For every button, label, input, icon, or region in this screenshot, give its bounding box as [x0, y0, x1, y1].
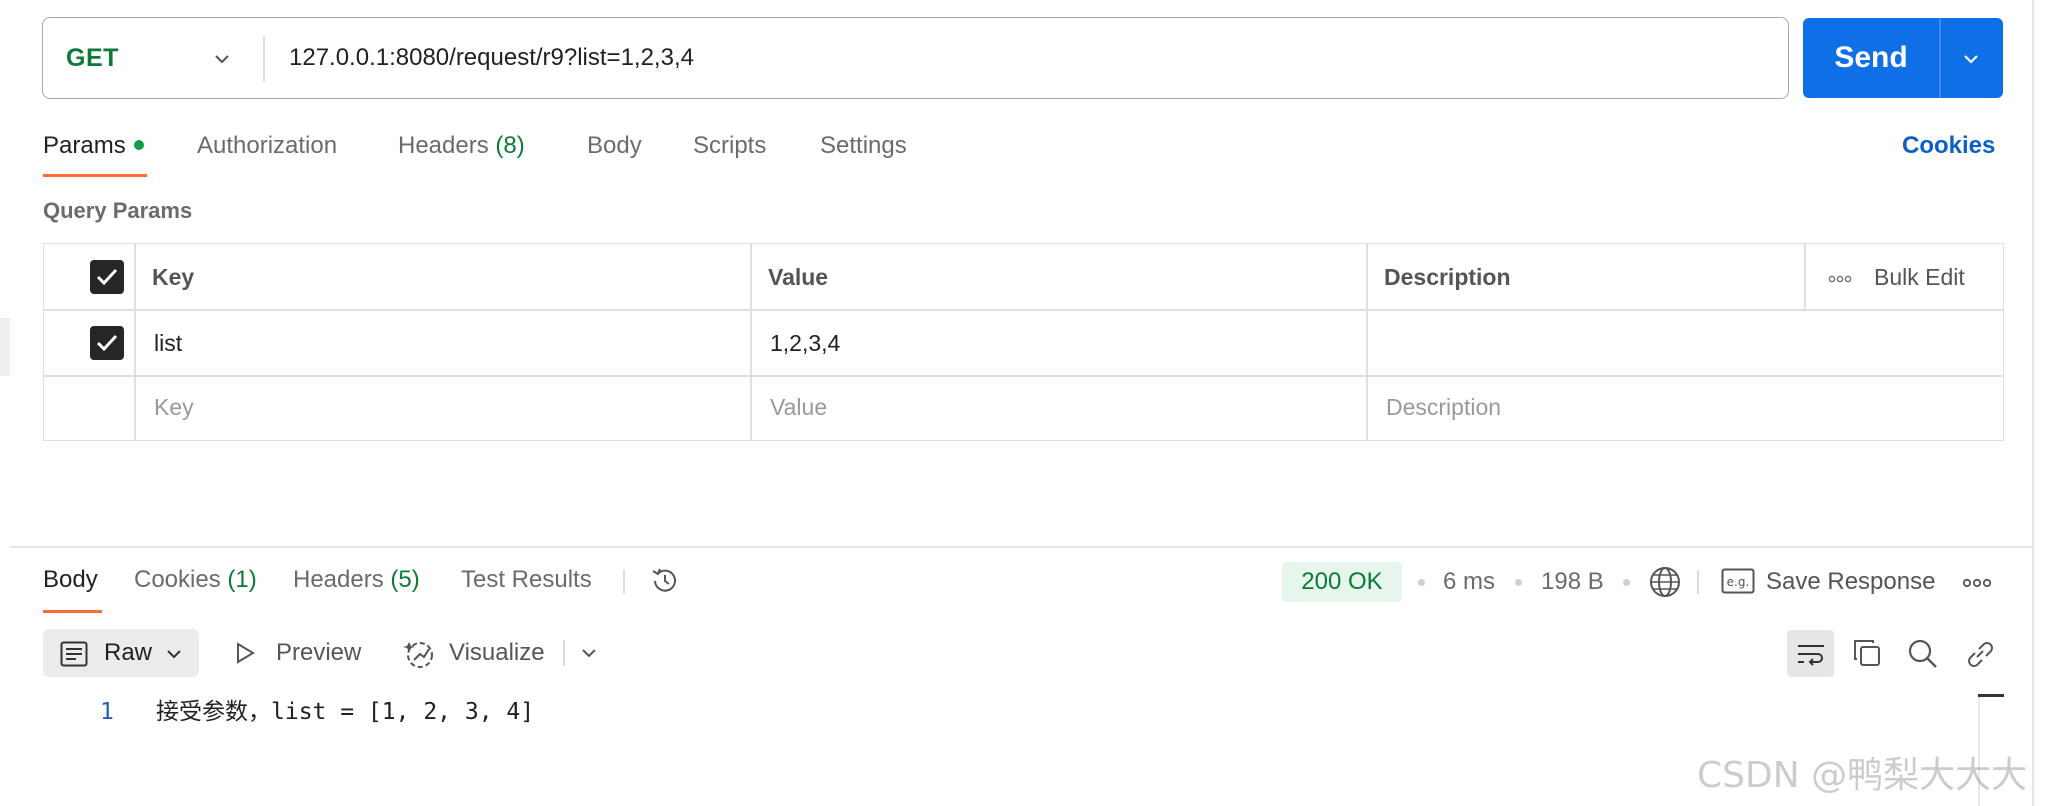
- left-pane-edge: [0, 318, 10, 376]
- url-input[interactable]: 127.0.0.1:8080/request/r9?list=1,2,3,4: [289, 18, 694, 98]
- column-divider: [1366, 244, 1368, 440]
- row-checkbox[interactable]: [90, 326, 124, 360]
- method-divider: [263, 36, 265, 82]
- watermark: CSDN @鸭梨大大大: [1697, 755, 2028, 796]
- column-header-key: Key: [152, 263, 195, 290]
- raw-icon: [60, 641, 88, 667]
- tab-headers[interactable]: Headers (8): [398, 128, 525, 164]
- wrap-lines-button[interactable]: [1787, 630, 1834, 677]
- meta-separator: [1697, 570, 1699, 594]
- meta-separator-dot: [1418, 579, 1425, 586]
- meta-separator-dot: [1515, 579, 1522, 586]
- response-tab-body[interactable]: Body: [43, 562, 98, 598]
- visualize-button[interactable]: Visualize: [449, 629, 545, 677]
- send-button[interactable]: Send: [1803, 18, 1939, 98]
- url-bar: GET 127.0.0.1:8080/request/r9?list=1,2,3…: [42, 17, 1789, 99]
- raw-label: Raw: [104, 639, 153, 666]
- response-tab-cookies-count: (1): [227, 566, 257, 593]
- response-tab-headers[interactable]: Headers (5): [293, 562, 420, 598]
- response-tab-cookies-label: Cookies: [134, 566, 221, 593]
- column-divider: [134, 244, 136, 440]
- param-description-cell[interactable]: [1384, 310, 1984, 376]
- response-time[interactable]: 6 ms: [1443, 562, 1495, 602]
- column-header-description: Description: [1384, 263, 1511, 290]
- svg-text:e.g.: e.g.: [1727, 575, 1750, 589]
- copy-icon[interactable]: [1852, 638, 1882, 668]
- method-label: GET: [66, 43, 119, 72]
- wrap-icon: [1798, 645, 1824, 666]
- select-all-checkbox[interactable]: [90, 260, 124, 294]
- send-divider: [1939, 18, 1941, 98]
- play-icon: [237, 642, 255, 664]
- active-tab-indicator: [43, 174, 147, 177]
- right-pane: [2034, 0, 2055, 806]
- tab-headers-count: (8): [495, 132, 525, 159]
- tab-authorization[interactable]: Authorization: [197, 128, 337, 164]
- response-divider[interactable]: [10, 546, 2032, 548]
- param-value-cell[interactable]: 1,2,3,4: [770, 310, 840, 376]
- chevron-down-icon[interactable]: [578, 642, 600, 664]
- param-key-cell[interactable]: list: [154, 310, 182, 376]
- response-tab-headers-count: (5): [390, 566, 420, 593]
- more-options-icon[interactable]: [1828, 275, 1852, 283]
- chevron-down-icon: [167, 650, 181, 659]
- response-size[interactable]: 198 B: [1541, 562, 1604, 602]
- history-icon[interactable]: [648, 564, 682, 598]
- tab-scripts[interactable]: Scripts: [693, 128, 766, 164]
- scrollbar-thumb[interactable]: [1978, 694, 2004, 697]
- new-value-input[interactable]: Value: [770, 374, 827, 440]
- bulk-edit-button[interactable]: Bulk Edit: [1874, 244, 1965, 310]
- query-params-table: Key Value Description Bulk Edit list 1,2…: [43, 243, 2004, 441]
- globe-icon[interactable]: [1648, 565, 1682, 599]
- tab-separator: [623, 570, 625, 594]
- query-params-title: Query Params: [43, 198, 193, 223]
- postman-request-view: GET 127.0.0.1:8080/request/r9?list=1,2,3…: [0, 0, 2055, 806]
- tab-body[interactable]: Body: [587, 128, 642, 164]
- link-icon[interactable]: [1964, 638, 1996, 670]
- tab-params-label: Params: [43, 132, 126, 159]
- visualize-icon: [403, 642, 433, 668]
- tab-settings[interactable]: Settings: [820, 128, 907, 164]
- response-tab-test-results[interactable]: Test Results: [461, 562, 592, 598]
- response-body-line[interactable]: 接受参数，list = [1, 2, 3, 4]: [156, 694, 534, 730]
- column-divider: [1804, 244, 1806, 310]
- eg-icon: e.g.: [1721, 568, 1755, 594]
- method-select[interactable]: GET: [43, 18, 265, 98]
- status-badge[interactable]: 200 OK: [1282, 562, 1402, 602]
- check-icon: [96, 268, 118, 286]
- search-icon[interactable]: [1907, 638, 1939, 670]
- new-description-input[interactable]: Description: [1386, 374, 1501, 440]
- active-response-tab-indicator: [43, 610, 102, 613]
- column-header-value: Value: [768, 263, 829, 290]
- cookies-link[interactable]: Cookies: [1902, 128, 1995, 164]
- send-button-group: Send: [1803, 18, 2003, 98]
- response-tab-headers-label: Headers: [293, 566, 384, 593]
- response-tab-cookies[interactable]: Cookies (1): [134, 562, 257, 598]
- line-number: 1: [100, 699, 114, 725]
- save-response-button[interactable]: Save Response: [1766, 562, 1935, 602]
- params-indicator-dot: [133, 139, 144, 150]
- more-icon[interactable]: [1962, 578, 1992, 588]
- check-icon: [96, 334, 118, 352]
- meta-separator-dot: [1623, 579, 1630, 586]
- column-divider: [750, 244, 752, 440]
- preview-button[interactable]: Preview: [276, 629, 361, 677]
- toolbar-separator: [563, 640, 565, 666]
- tab-headers-label: Headers: [398, 132, 489, 159]
- new-key-input[interactable]: Key: [154, 374, 194, 440]
- tab-params[interactable]: Params: [43, 128, 144, 164]
- chevron-down-icon: [215, 55, 229, 64]
- raw-format-select[interactable]: Raw: [43, 629, 199, 677]
- chevron-down-icon[interactable]: [1959, 47, 1983, 71]
